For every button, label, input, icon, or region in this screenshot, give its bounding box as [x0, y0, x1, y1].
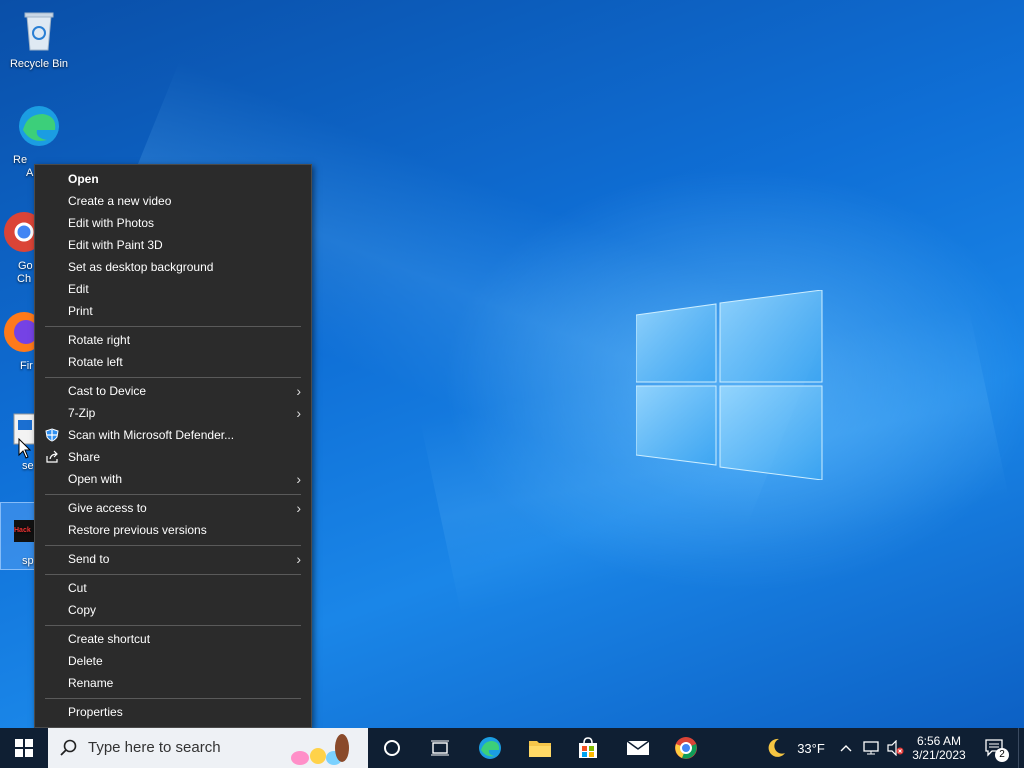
menu-item-edit-photos[interactable]: Edit with Photos	[35, 212, 311, 234]
menu-item-set-background[interactable]: Set as desktop background	[35, 256, 311, 278]
speaker-muted-icon	[887, 740, 904, 756]
menu-item-restore-versions[interactable]: Restore previous versions	[35, 519, 311, 541]
menu-item-open-with[interactable]: Open with ›	[35, 468, 311, 490]
easter-eggs-icon	[291, 734, 349, 765]
menu-item-edit[interactable]: Edit	[35, 278, 311, 300]
moon-icon	[768, 738, 786, 757]
store-bag-icon	[579, 737, 597, 758]
taskbar-mail[interactable]	[618, 728, 658, 768]
chevron-right-icon: ›	[296, 405, 301, 421]
context-menu: Open Create a new video Edit with Photos…	[34, 164, 312, 728]
menu-separator	[45, 494, 301, 495]
search-placeholder: Type here to search	[88, 739, 221, 756]
windows-start-icon	[15, 739, 33, 757]
menu-separator	[45, 326, 301, 327]
menu-item-7zip[interactable]: 7-Zip ›	[35, 402, 311, 424]
action-center-button[interactable]: 2	[978, 728, 1012, 768]
menu-item-share[interactable]: Share	[35, 446, 311, 468]
desktop-icon-recycle-bin[interactable]: Recycle Bin	[1, 8, 77, 70]
mouse-cursor-icon	[18, 438, 32, 459]
chevron-right-icon: ›	[296, 383, 301, 399]
weather-temperature: 33°F	[797, 740, 825, 756]
folder-icon	[529, 741, 551, 757]
menu-item-cast-to-device[interactable]: Cast to Device ›	[35, 380, 311, 402]
recycle-bin-icon	[24, 12, 54, 51]
weather-widget[interactable]: 33°F	[760, 728, 830, 768]
chevron-up-icon	[840, 745, 852, 752]
chevron-right-icon: ›	[296, 471, 301, 487]
menu-item-give-access[interactable]: Give access to ›	[35, 497, 311, 519]
image-thumbnail-icon: Hack	[14, 520, 36, 542]
network-button[interactable]	[860, 728, 882, 768]
task-view-icon	[431, 740, 449, 756]
menu-item-delete[interactable]: Delete	[35, 650, 311, 672]
show-desktop-button[interactable]	[1018, 728, 1024, 768]
menu-item-properties[interactable]: Properties	[35, 701, 311, 723]
cortana-button[interactable]	[372, 728, 412, 768]
menu-separator	[45, 545, 301, 546]
menu-item-edit-paint3d[interactable]: Edit with Paint 3D	[35, 234, 311, 256]
menu-item-create-video[interactable]: Create a new video	[35, 190, 311, 212]
desktop-icon-label: A	[26, 167, 34, 179]
menu-item-open[interactable]: Open	[35, 168, 311, 190]
menu-separator	[45, 698, 301, 699]
defender-shield-icon	[45, 428, 59, 442]
menu-item-print[interactable]: Print	[35, 300, 311, 322]
chevron-right-icon: ›	[296, 500, 301, 516]
windows-logo-wallpaper	[636, 290, 823, 480]
menu-item-rotate-left[interactable]: Rotate left	[35, 351, 311, 373]
edge-icon	[479, 737, 501, 759]
chrome-icon	[675, 737, 697, 759]
menu-item-scan-defender[interactable]: Scan with Microsoft Defender...	[35, 424, 311, 446]
start-button[interactable]	[0, 728, 48, 768]
desktop-icon-label: Recycle Bin	[9, 58, 69, 70]
taskbar-store[interactable]	[568, 728, 608, 768]
clock-date: 3/21/2023	[912, 748, 966, 762]
network-monitor-icon	[863, 741, 879, 755]
volume-button[interactable]	[884, 728, 906, 768]
mail-envelope-icon	[626, 740, 650, 755]
taskbar: Type here to search 33°F 6:56 AM 3/21/20…	[0, 728, 1024, 768]
edge-icon	[19, 106, 59, 146]
menu-separator	[45, 625, 301, 626]
menu-item-create-shortcut[interactable]: Create shortcut	[35, 628, 311, 650]
menu-item-send-to[interactable]: Send to ›	[35, 548, 311, 570]
desktop-icon-label: Ch	[17, 273, 32, 285]
taskbar-file-explorer[interactable]	[520, 728, 560, 768]
taskbar-chrome[interactable]	[666, 728, 706, 768]
menu-item-rename[interactable]: Rename	[35, 672, 311, 694]
menu-item-cut[interactable]: Cut	[35, 577, 311, 599]
menu-item-copy[interactable]: Copy	[35, 599, 311, 621]
clock-time: 6:56 AM	[916, 734, 962, 748]
notification-count-badge: 2	[995, 748, 1009, 762]
task-view-button[interactable]	[420, 728, 460, 768]
clock[interactable]: 6:56 AM 3/21/2023	[906, 728, 972, 768]
menu-separator	[45, 377, 301, 378]
desktop-icon-label: Fir	[20, 360, 33, 372]
taskbar-search-box[interactable]: Type here to search	[48, 728, 368, 768]
menu-item-rotate-right[interactable]: Rotate right	[35, 329, 311, 351]
share-icon	[46, 450, 58, 463]
tray-overflow-button[interactable]	[836, 728, 856, 768]
chevron-right-icon: ›	[296, 551, 301, 567]
desktop-icon-label: Go	[18, 260, 33, 272]
taskbar-edge[interactable]	[470, 728, 510, 768]
desktop-icon-label: sp	[22, 555, 34, 567]
desktop-icon-label: Re	[13, 154, 28, 166]
cortana-circle-icon	[384, 740, 400, 756]
desktop-icon-label: se	[22, 460, 34, 472]
menu-separator	[45, 574, 301, 575]
search-icon	[60, 739, 77, 756]
